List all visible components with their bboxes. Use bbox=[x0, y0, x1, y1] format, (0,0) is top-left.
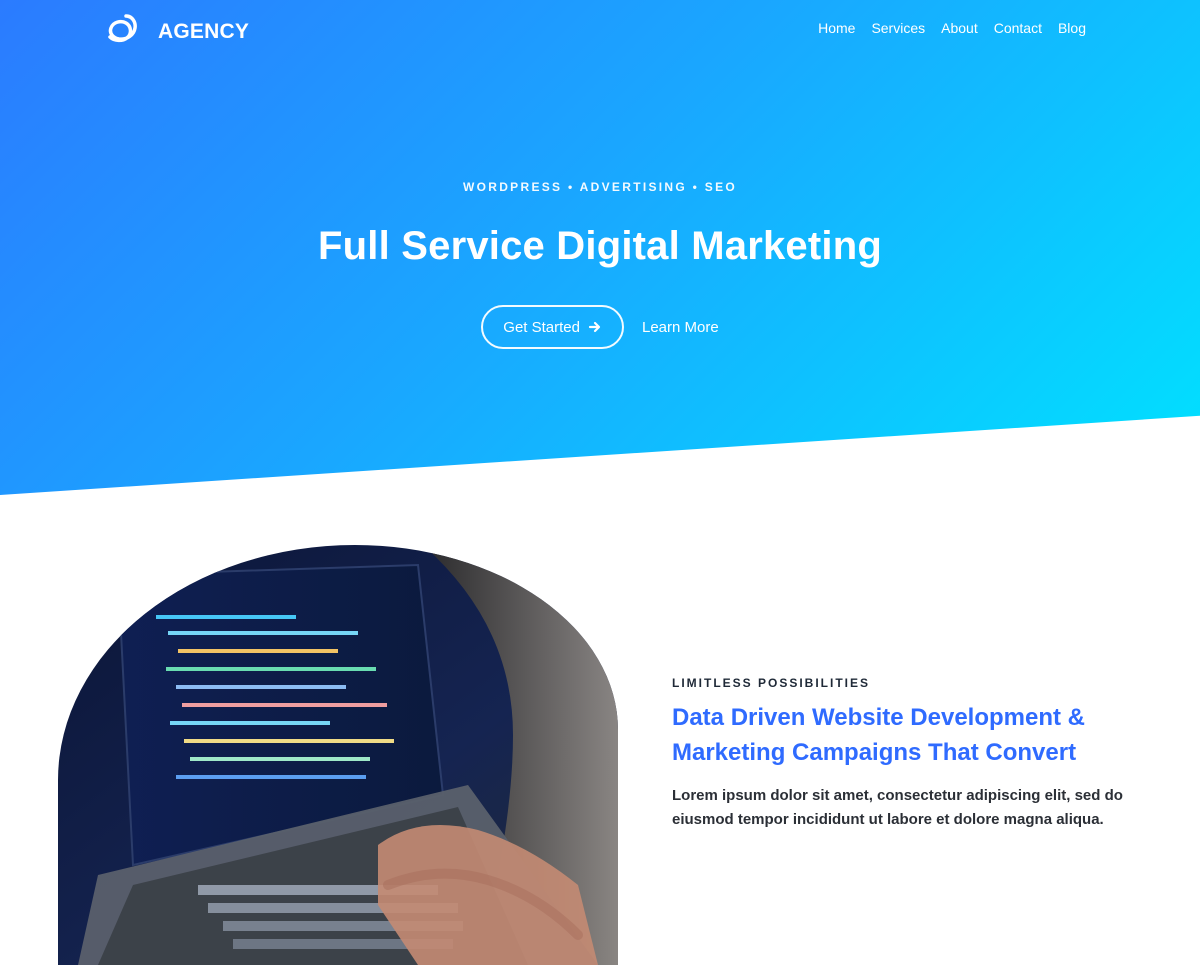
nav-item-contact[interactable]: Contact bbox=[994, 20, 1042, 36]
brand-link[interactable]: AGENCY bbox=[106, 12, 249, 52]
get-started-label: Get Started bbox=[503, 318, 580, 336]
nav-item-about[interactable]: About bbox=[941, 20, 978, 36]
laptop-code-photo bbox=[58, 545, 618, 965]
nav-menu: Home Services About Contact Blog bbox=[818, 20, 1086, 36]
arrow-right-icon bbox=[588, 320, 602, 334]
nav-item-home[interactable]: Home bbox=[818, 20, 855, 36]
brand-name: AGENCY bbox=[158, 20, 250, 43]
hero-kicker: WORDPRESS • ADVERTISING • SEO bbox=[462, 180, 738, 194]
top-navigation: AGENCY Home Services About Contact Blog bbox=[0, 0, 1200, 64]
hero-title: Full Service Digital Marketing bbox=[318, 224, 882, 268]
section-body: Lorem ipsum dolor sit amet, consectetur … bbox=[672, 787, 1123, 828]
nav-item-services[interactable]: Services bbox=[871, 20, 925, 36]
hero-actions: Get Started Learn More bbox=[0, 305, 1200, 349]
section-headline: Data Driven Website Development & Market… bbox=[672, 704, 1086, 766]
section-eyebrow: LIMITLESS POSSIBILITIES bbox=[672, 676, 871, 690]
learn-more-link[interactable]: Learn More bbox=[642, 305, 719, 349]
get-started-button[interactable]: Get Started bbox=[481, 305, 624, 349]
feature-section: LIMITLESS POSSIBILITIES Data Driven Webs… bbox=[672, 676, 1132, 832]
agency-logo-icon bbox=[106, 12, 146, 52]
nav-item-blog[interactable]: Blog bbox=[1058, 20, 1086, 36]
